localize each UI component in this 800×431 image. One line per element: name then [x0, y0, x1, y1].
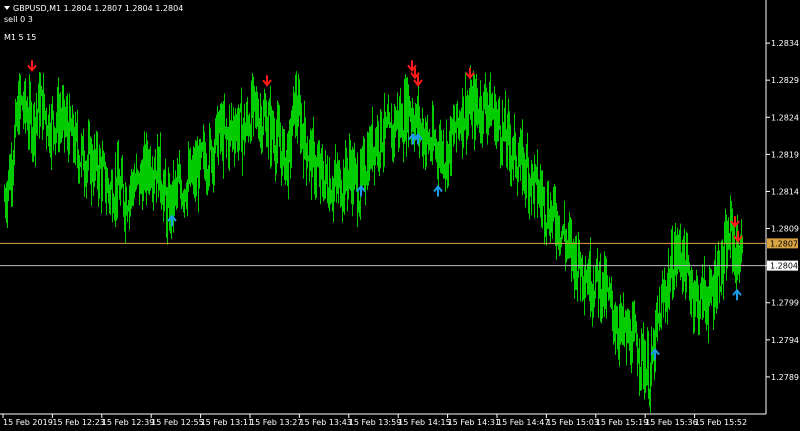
time-tick-label: 15 Feb 15:03: [546, 418, 598, 427]
price-tick-label: 1.2799: [771, 299, 799, 308]
dropdown-triangle-icon[interactable]: [4, 6, 10, 10]
time-tick-label: 15 Feb 12:39: [102, 418, 154, 427]
price-tick-label: 1.2809: [771, 225, 799, 234]
down-arrow-icon: [262, 75, 272, 87]
time-tick-label: 15 Feb 13:43: [299, 418, 351, 427]
time-tick-label: 15 Feb 12:55: [151, 418, 203, 427]
up-arrow-icon: [732, 288, 742, 301]
bid-price-label: 1.2804: [770, 262, 798, 271]
up-arrow-icon: [433, 184, 443, 197]
time-tick-label: 15 Feb 14:15: [398, 418, 450, 427]
price-tick-label: 1.2794: [771, 336, 799, 345]
time-tick-label: 15 Feb 14:31: [448, 418, 500, 427]
time-axis: 15 Feb 2019 15 Feb 12:2315 Feb 12:3915 Fe…: [2, 414, 747, 427]
down-arrow-icon: [27, 60, 37, 72]
price-tick-label: 1.2819: [771, 150, 799, 159]
time-tick-label: 15 Feb 15:19: [596, 418, 648, 427]
time-tick-label: 15 Feb 12:23: [52, 418, 104, 427]
ask-price-label: 1.2807: [770, 239, 798, 248]
price-tick-label: 1.2789: [771, 373, 799, 382]
price-bars: [4, 65, 743, 413]
time-tick-label: 15 Feb 13:59: [349, 418, 401, 427]
chart-header: GBPUSD,M1 1.2804 1.2807 1.2804 1.2804: [4, 4, 183, 13]
time-tick-label: 15 Feb 14:47: [497, 418, 549, 427]
timeframes-label: M1 5 15: [4, 33, 37, 42]
symbol-title: GBPUSD,M1 1.2804 1.2807 1.2804 1.2804: [13, 4, 184, 13]
price-chart[interactable]: 1.2834 1.2829 1.2824 1.2819 1.2814 1.2809 1.28…: [0, 0, 800, 431]
price-tick-label: 1.2824: [771, 113, 799, 122]
time-tick-label: 15 Feb 15:52: [695, 418, 747, 427]
price-tick-label: 1.2834: [771, 39, 799, 48]
time-tick-label: 15 Feb 13:27: [250, 418, 302, 427]
time-tick-label: 15 Feb 15:36: [645, 418, 697, 427]
time-tick-label: 15 Feb 2019: [3, 418, 53, 427]
time-tick-label: 15 Feb 13:11: [201, 418, 253, 427]
price-tick-label: 1.2829: [771, 76, 799, 85]
signal-status: sell 0 3: [4, 15, 33, 24]
down-arrow-icon: [465, 67, 475, 80]
price-levels: [0, 242, 766, 267]
price-axis: 1.2834 1.2829 1.2824 1.2819 1.2814 1.2809 1.28…: [0, 0, 799, 415]
price-tick-label: 1.2814: [771, 187, 799, 196]
